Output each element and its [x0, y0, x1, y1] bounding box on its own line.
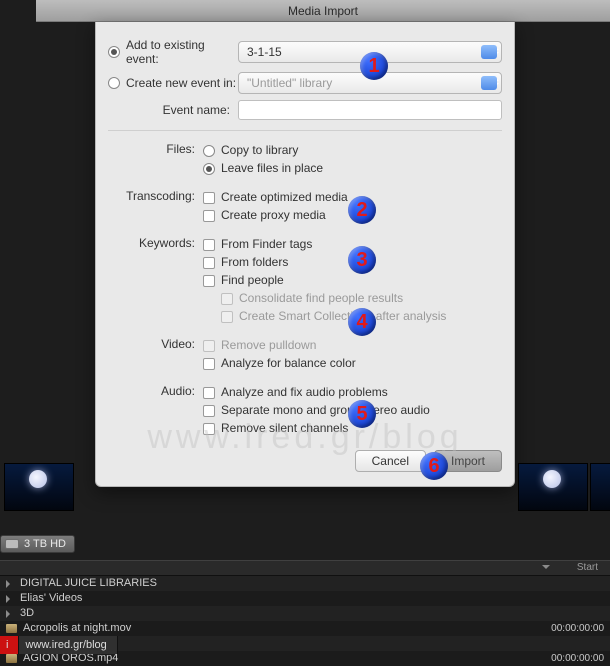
- separator: [108, 130, 502, 131]
- annotation-badge-4: 4: [348, 308, 376, 336]
- list-item-name: 3D: [20, 606, 34, 621]
- window-title: Media Import: [288, 4, 358, 18]
- disclosure-triangle-icon: [6, 595, 14, 603]
- opt-audio-silent: Remove silent channels: [221, 420, 348, 437]
- clip-icon: [6, 624, 17, 633]
- label-event-name: Event name:: [108, 103, 238, 117]
- list-item-time: 00:00:00:00: [551, 621, 604, 636]
- disclosure-triangle-icon: [6, 610, 14, 618]
- label-keywords: Keywords:: [108, 235, 203, 326]
- label-create-new: Create new event in:: [126, 76, 238, 90]
- opt-smart-collections: Create Smart Collections after analysis: [239, 308, 446, 325]
- list-item[interactable]: Elias' Videos: [0, 591, 610, 606]
- breadcrumb: i www.ired.gr/blog: [0, 636, 118, 654]
- window-titlebar: Media Import: [36, 0, 610, 22]
- opt-from-folders: From folders: [221, 254, 288, 271]
- label-audio: Audio:: [108, 383, 203, 438]
- breadcrumb-item[interactable]: i: [0, 636, 19, 654]
- opt-balance-color: Analyze for balance color: [221, 355, 356, 372]
- opt-finder-tags: From Finder tags: [221, 236, 312, 253]
- cb-from-folders[interactable]: [203, 257, 215, 269]
- annotation-badge-5: 5: [348, 400, 376, 428]
- disclosure-triangle-icon: [6, 580, 14, 588]
- list-item[interactable]: DIGITAL JUICE LIBRARIES: [0, 576, 610, 591]
- cb-smart-collections: [221, 311, 233, 323]
- moon-icon: [29, 470, 47, 488]
- opt-copy-library: Copy to library: [221, 142, 298, 159]
- list-item[interactable]: Acropolis at night.mov 00:00:00:00: [0, 621, 610, 636]
- thumbnail-strip: [0, 458, 610, 516]
- cb-proxy[interactable]: [203, 210, 215, 222]
- opt-remove-pulldown: Remove pulldown: [221, 337, 316, 354]
- radio-add-existing[interactable]: [108, 46, 120, 58]
- radio-create-new[interactable]: [108, 77, 120, 89]
- drive-tag[interactable]: 3 TB HD: [0, 535, 75, 553]
- list-header: Start: [0, 560, 610, 576]
- label-video: Video:: [108, 336, 203, 373]
- label-add-existing: Add to existing event:: [126, 38, 238, 66]
- cb-audio-silent[interactable]: [203, 423, 215, 435]
- import-sheet: Add to existing event: 3-1-15 Create new…: [95, 22, 515, 487]
- annotation-badge-3: 3: [348, 246, 376, 274]
- opt-find-people: Find people: [221, 272, 284, 289]
- clip-thumbnail[interactable]: [590, 463, 610, 511]
- cb-remove-pulldown: [203, 340, 215, 352]
- select-library-value: "Untitled" library: [247, 76, 332, 90]
- list-item[interactable]: 3D: [0, 606, 610, 621]
- clip-thumbnail[interactable]: [518, 463, 588, 511]
- moon-icon: [543, 470, 561, 488]
- list-item-name: DIGITAL JUICE LIBRARIES: [20, 576, 157, 591]
- annotation-badge-2: 2: [348, 196, 376, 224]
- input-event-name[interactable]: [238, 100, 502, 120]
- drive-label: 3 TB HD: [24, 538, 66, 550]
- annotation-badge-1: 1: [360, 52, 388, 80]
- cb-find-people[interactable]: [203, 275, 215, 287]
- opt-proxy: Create proxy media: [221, 207, 326, 224]
- label-files: Files:: [108, 141, 203, 178]
- radio-copy-library[interactable]: [203, 145, 215, 157]
- clip-thumbnail[interactable]: [4, 463, 74, 511]
- clip-icon: [6, 654, 17, 663]
- cb-consolidate: [221, 293, 233, 305]
- breadcrumb-item[interactable]: www.ired.gr/blog: [19, 636, 117, 654]
- opt-optimized: Create optimized media: [221, 189, 348, 206]
- opt-leave-in-place: Leave files in place: [221, 160, 323, 177]
- cb-audio-separate[interactable]: [203, 405, 215, 417]
- opt-audio-separate: Separate mono and group stereo audio: [221, 402, 430, 419]
- list-item-name: Elias' Videos: [20, 591, 82, 606]
- list-item-time: 00:00:00:00: [551, 651, 604, 666]
- list-item-name: Acropolis at night.mov: [23, 621, 131, 636]
- cb-audio-fix[interactable]: [203, 387, 215, 399]
- sort-triangle-icon[interactable]: [542, 565, 550, 573]
- cb-optimized[interactable]: [203, 192, 215, 204]
- label-transcoding: Transcoding:: [108, 188, 203, 225]
- hdd-icon: [5, 539, 19, 549]
- column-start[interactable]: Start: [577, 562, 598, 573]
- cb-finder-tags[interactable]: [203, 239, 215, 251]
- cb-balance-color[interactable]: [203, 358, 215, 370]
- select-existing-event-value: 3-1-15: [247, 45, 282, 59]
- opt-consolidate: Consolidate find people results: [239, 290, 403, 307]
- radio-leave-in-place[interactable]: [203, 163, 215, 175]
- opt-audio-fix: Analyze and fix audio problems: [221, 384, 388, 401]
